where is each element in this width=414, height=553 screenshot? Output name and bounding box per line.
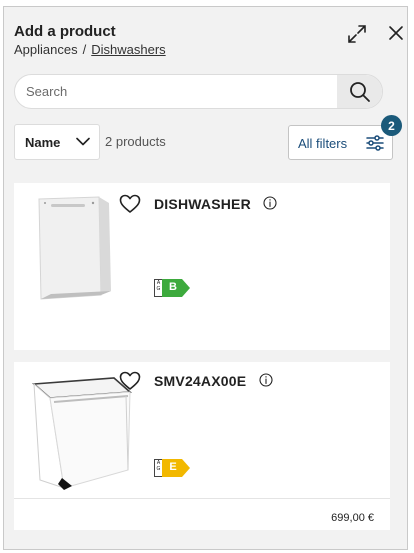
breadcrumb: Appliances / Dishwashers bbox=[14, 42, 166, 57]
product-name[interactable]: DISHWASHER bbox=[154, 196, 251, 212]
all-filters-label: All filters bbox=[298, 136, 348, 151]
search-input[interactable] bbox=[15, 75, 338, 108]
breadcrumb-item-appliances[interactable]: Appliances bbox=[14, 42, 78, 57]
search-bar bbox=[14, 74, 383, 109]
energy-class: E bbox=[169, 461, 177, 473]
heart-icon bbox=[119, 194, 141, 213]
product-name[interactable]: SMV24AX00E bbox=[154, 373, 246, 389]
panel-title: Add a product bbox=[14, 23, 116, 40]
add-product-panel: Add a product Appliances / Dishwashers Nam… bbox=[3, 6, 408, 550]
info-icon[interactable] bbox=[259, 373, 273, 387]
search-icon bbox=[349, 81, 370, 102]
heart-icon bbox=[119, 371, 141, 390]
product-card[interactable]: SMV24AX00E A G E 699,00 € bbox=[14, 362, 390, 530]
all-filters-button[interactable]: All filters bbox=[288, 125, 393, 160]
expand-icon bbox=[348, 25, 366, 43]
energy-scale: A G bbox=[154, 459, 162, 477]
close-icon bbox=[389, 26, 403, 40]
breadcrumb-separator: / bbox=[82, 42, 87, 57]
energy-class: B bbox=[169, 281, 177, 293]
sort-value: Name bbox=[25, 134, 61, 150]
product-image bbox=[38, 196, 111, 300]
energy-scale: A G bbox=[154, 279, 162, 297]
product-count: 2 products bbox=[105, 134, 166, 149]
filter-count-badge: 2 bbox=[381, 115, 402, 136]
expand-button[interactable] bbox=[344, 21, 370, 47]
product-card[interactable]: DISHWASHER A G B bbox=[14, 183, 390, 350]
chevron-down-icon bbox=[76, 137, 90, 146]
card-divider bbox=[14, 498, 390, 499]
close-button[interactable] bbox=[384, 21, 407, 45]
info-icon[interactable] bbox=[263, 196, 277, 210]
favorite-button[interactable] bbox=[119, 371, 141, 391]
breadcrumb-item-dishwashers[interactable]: Dishwashers bbox=[91, 42, 165, 57]
sliders-icon bbox=[366, 135, 384, 151]
sort-select[interactable]: Name bbox=[14, 124, 100, 160]
search-button[interactable] bbox=[337, 75, 382, 108]
product-price: 699,00 € bbox=[331, 512, 374, 524]
favorite-button[interactable] bbox=[119, 194, 141, 214]
